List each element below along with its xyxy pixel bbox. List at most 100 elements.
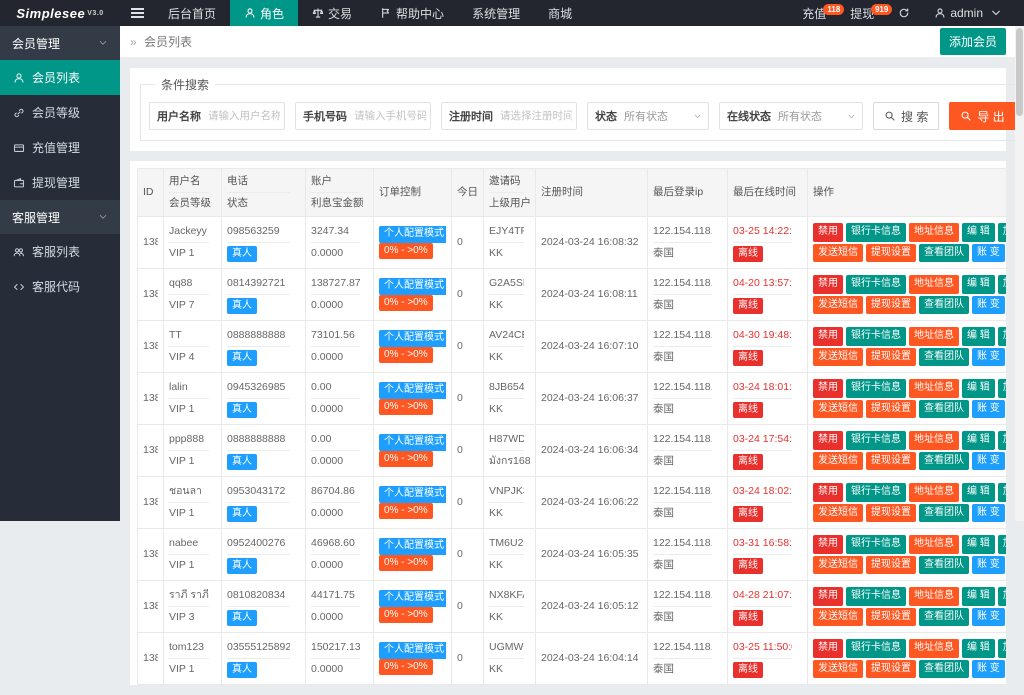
action-account-change-button[interactable]: 账 变 [972, 399, 1005, 419]
action-adjust-funds-button[interactable]: 加扣款 [997, 639, 1006, 658]
topnav-item-role[interactable]: 角色 [230, 0, 299, 26]
action-withdraw-setting-button[interactable]: 提现设置 [866, 347, 916, 367]
sidebar-item-recharge-manage[interactable]: 充值管理 [0, 130, 120, 165]
action-view-team-button[interactable]: 查看团队 [919, 243, 969, 263]
action-bank-info-button[interactable]: 银行卡信息 [846, 223, 906, 242]
action-account-change-button[interactable]: 账 变 [972, 555, 1005, 575]
topnav-item-trade[interactable]: 交易 [298, 0, 366, 26]
search-button[interactable]: 搜 索 [873, 102, 940, 130]
action-withdraw-setting-button[interactable]: 提现设置 [866, 659, 916, 679]
action-bank-info-button[interactable]: 银行卡信息 [846, 639, 906, 658]
action-address-info-button[interactable]: 地址信息 [909, 223, 959, 242]
action-adjust-funds-button[interactable]: 加扣款 [997, 535, 1006, 554]
action-view-team-button[interactable]: 查看团队 [919, 607, 969, 627]
withdraw-link[interactable]: 提现 919 [838, 3, 893, 22]
action-edit-button[interactable]: 编 辑 [962, 639, 995, 658]
action-account-change-button[interactable]: 账 变 [972, 451, 1005, 471]
add-member-button[interactable]: 添加会员 [939, 28, 1006, 55]
search-input-phone[interactable] [354, 110, 430, 122]
action-address-info-button[interactable]: 地址信息 [909, 431, 959, 450]
topnav-item-mall[interactable]: 商城 [534, 0, 586, 26]
action-edit-button[interactable]: 编 辑 [962, 431, 995, 450]
search-select-online-status[interactable]: 所有状态 [778, 108, 862, 124]
sidebar-item-withdraw-manage[interactable]: 提现管理 [0, 165, 120, 200]
action-send-sms-button[interactable]: 发送短信 [813, 607, 863, 627]
action-account-change-button[interactable]: 账 变 [972, 295, 1005, 315]
action-bank-info-button[interactable]: 银行卡信息 [846, 535, 906, 554]
action-address-info-button[interactable]: 地址信息 [909, 379, 959, 398]
admin-menu[interactable]: admin [922, 6, 1014, 20]
action-edit-button[interactable]: 编 辑 [962, 535, 995, 554]
action-withdraw-setting-button[interactable]: 提现设置 [866, 399, 916, 419]
action-withdraw-setting-button[interactable]: 提现设置 [866, 503, 916, 523]
search-input-regtime[interactable] [500, 110, 576, 122]
sidebar-item-member-list[interactable]: 会员列表 [0, 60, 120, 95]
action-withdraw-setting-button[interactable]: 提现设置 [866, 555, 916, 575]
action-send-sms-button[interactable]: 发送短信 [813, 503, 863, 523]
menu-toggle-icon[interactable] [120, 0, 154, 26]
recharge-link[interactable]: 充值 118 [790, 3, 845, 22]
action-bank-info-button[interactable]: 银行卡信息 [846, 275, 906, 294]
action-withdraw-setting-button[interactable]: 提现设置 [866, 243, 916, 263]
sidebar-item-service-list[interactable]: 客服列表 [0, 234, 120, 269]
action-disable-button[interactable]: 禁用 [813, 223, 843, 242]
action-disable-button[interactable]: 禁用 [813, 639, 843, 658]
action-adjust-funds-button[interactable]: 加扣款 [997, 431, 1006, 450]
action-bank-info-button[interactable]: 银行卡信息 [846, 483, 906, 502]
action-disable-button[interactable]: 禁用 [813, 275, 843, 294]
action-edit-button[interactable]: 编 辑 [962, 483, 995, 502]
action-send-sms-button[interactable]: 发送短信 [813, 451, 863, 471]
action-edit-button[interactable]: 编 辑 [962, 223, 995, 242]
action-disable-button[interactable]: 禁用 [813, 587, 843, 606]
action-view-team-button[interactable]: 查看团队 [919, 295, 969, 315]
sidebar-section-member-manage[interactable]: 会员管理 [0, 26, 120, 60]
action-adjust-funds-button[interactable]: 加扣款 [997, 223, 1006, 242]
action-withdraw-setting-button[interactable]: 提现设置 [866, 451, 916, 471]
page-scrollbar[interactable] [1015, 26, 1024, 521]
action-disable-button[interactable]: 禁用 [813, 379, 843, 398]
action-account-change-button[interactable]: 账 变 [972, 243, 1005, 263]
action-view-team-button[interactable]: 查看团队 [919, 399, 969, 419]
action-adjust-funds-button[interactable]: 加扣款 [997, 483, 1006, 502]
action-withdraw-setting-button[interactable]: 提现设置 [866, 607, 916, 627]
action-disable-button[interactable]: 禁用 [813, 535, 843, 554]
action-address-info-button[interactable]: 地址信息 [909, 275, 959, 294]
scrollbar-thumb[interactable] [1016, 28, 1023, 116]
action-bank-info-button[interactable]: 银行卡信息 [846, 431, 906, 450]
action-disable-button[interactable]: 禁用 [813, 431, 843, 450]
action-send-sms-button[interactable]: 发送短信 [813, 295, 863, 315]
action-bank-info-button[interactable]: 银行卡信息 [846, 379, 906, 398]
action-account-change-button[interactable]: 账 变 [972, 503, 1005, 523]
action-account-change-button[interactable]: 账 变 [972, 347, 1005, 367]
export-button[interactable]: 导 出 [949, 102, 1016, 130]
action-view-team-button[interactable]: 查看团队 [919, 555, 969, 575]
action-disable-button[interactable]: 禁用 [813, 483, 843, 502]
action-disable-button[interactable]: 禁用 [813, 327, 843, 346]
action-view-team-button[interactable]: 查看团队 [919, 659, 969, 679]
action-address-info-button[interactable]: 地址信息 [909, 483, 959, 502]
action-send-sms-button[interactable]: 发送短信 [813, 659, 863, 679]
action-account-change-button[interactable]: 账 变 [972, 659, 1005, 679]
action-address-info-button[interactable]: 地址信息 [909, 639, 959, 658]
action-edit-button[interactable]: 编 辑 [962, 327, 995, 346]
action-send-sms-button[interactable]: 发送短信 [813, 399, 863, 419]
refresh-button[interactable] [886, 7, 922, 19]
action-send-sms-button[interactable]: 发送短信 [813, 347, 863, 367]
action-adjust-funds-button[interactable]: 加扣款 [997, 587, 1006, 606]
action-address-info-button[interactable]: 地址信息 [909, 587, 959, 606]
action-view-team-button[interactable]: 查看团队 [919, 503, 969, 523]
action-withdraw-setting-button[interactable]: 提现设置 [866, 295, 916, 315]
topnav-item-home[interactable]: 后台首页 [154, 0, 230, 26]
action-address-info-button[interactable]: 地址信息 [909, 327, 959, 346]
action-adjust-funds-button[interactable]: 加扣款 [997, 275, 1006, 294]
action-view-team-button[interactable]: 查看团队 [919, 347, 969, 367]
topnav-item-help[interactable]: 帮助中心 [366, 0, 458, 26]
action-adjust-funds-button[interactable]: 加扣款 [997, 327, 1006, 346]
action-adjust-funds-button[interactable]: 加扣款 [997, 379, 1006, 398]
action-edit-button[interactable]: 编 辑 [962, 275, 995, 294]
action-edit-button[interactable]: 编 辑 [962, 587, 995, 606]
sidebar-item-service-code[interactable]: 客服代码 [0, 269, 120, 304]
search-select-status[interactable]: 所有状态 [624, 108, 708, 124]
action-send-sms-button[interactable]: 发送短信 [813, 555, 863, 575]
action-bank-info-button[interactable]: 银行卡信息 [846, 327, 906, 346]
